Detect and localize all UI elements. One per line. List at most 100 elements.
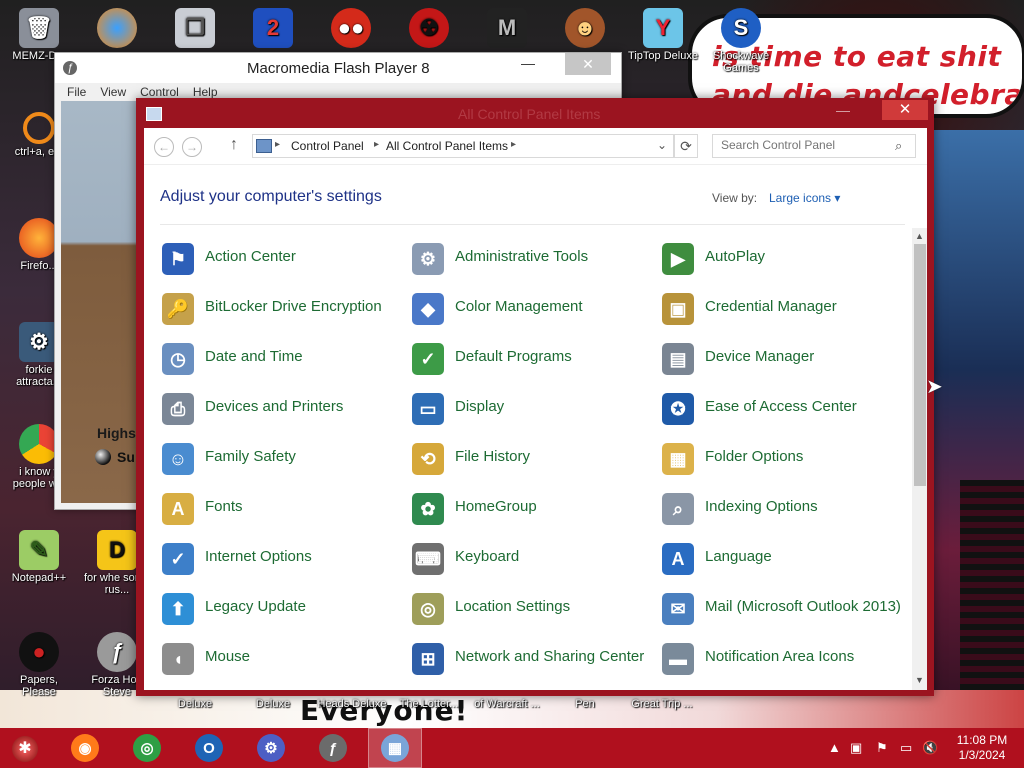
settings-taskbar-button[interactable]: ⚙ bbox=[244, 728, 298, 768]
power-tray-icon[interactable]: ▭ bbox=[900, 740, 912, 756]
search-icon[interactable]: ⌕ bbox=[895, 138, 902, 154]
flash-icon: ƒ bbox=[319, 734, 347, 762]
flash-menu-help[interactable]: Help bbox=[193, 85, 218, 99]
cp-item-keyboard[interactable]: ⌨ Keyboard bbox=[406, 533, 654, 581]
cp-item-legacy-update[interactable]: ⬆ Legacy Update bbox=[156, 583, 404, 631]
cp-item-homegroup[interactable]: ✿ HomeGroup bbox=[406, 483, 654, 531]
cp-item-default-programs[interactable]: ✓ Default Programs bbox=[406, 333, 654, 381]
cp-item-mail-microsoft-outlook-2013[interactable]: ✉ Mail (Microsoft Outlook 2013) bbox=[656, 583, 904, 631]
flash-menu-control[interactable]: Control bbox=[140, 85, 179, 99]
cp-item-autoplay[interactable]: ▶ AutoPlay bbox=[656, 233, 904, 281]
desktop-icon-top-7[interactable]: ☻ bbox=[550, 8, 620, 50]
cp-item-action-center[interactable]: ⚑ Action Center bbox=[156, 233, 404, 281]
cp-item-notification-area-icons[interactable]: ▬ Notification Area Icons bbox=[656, 633, 904, 681]
cp-item-language[interactable]: A Language bbox=[656, 533, 904, 581]
volume-muted-icon[interactable]: 🔇 bbox=[922, 740, 938, 756]
flash-stage[interactable]: Highs Su bbox=[61, 101, 145, 503]
search-input[interactable] bbox=[713, 135, 891, 155]
scrollbar-thumb[interactable] bbox=[914, 244, 926, 486]
system-clock[interactable]: 11:08 PM 1/3/2024 bbox=[956, 733, 1008, 763]
flash-minimize-button[interactable]: — bbox=[521, 55, 535, 71]
mouse-icon: ◖ bbox=[162, 643, 194, 675]
breadcrumb-control-panel[interactable]: Control Panel bbox=[291, 139, 364, 153]
breadcrumb-separator-icon[interactable]: ▸ bbox=[374, 139, 379, 150]
breadcrumb-all-items[interactable]: All Control Panel Items bbox=[386, 139, 508, 153]
cp-item-color-management[interactable]: ◆ Color Management bbox=[406, 283, 654, 331]
desktop-icon-top-2[interactable]: ❐ bbox=[160, 8, 230, 50]
start-button[interactable]: ✱ bbox=[12, 736, 38, 762]
cp-item-date-and-time[interactable]: ◷ Date and Time bbox=[156, 333, 404, 381]
desktop-label-the-lottery[interactable]: The Lotter... bbox=[394, 698, 464, 710]
cp-minimize-button[interactable]: — bbox=[836, 102, 850, 118]
desktop-icon-notepad-plus-plus[interactable]: ✎ Notepad++ bbox=[4, 530, 74, 584]
network-tray-icon[interactable]: ▣ bbox=[850, 740, 862, 756]
cp-item-ease-of-access-center[interactable]: ✪ Ease of Access Center bbox=[656, 383, 904, 431]
refresh-icon[interactable]: ⟳ bbox=[674, 134, 698, 158]
flash-title-bar[interactable]: ƒ Macromedia Flash Player 8 — ✕ bbox=[55, 53, 621, 83]
desktop-icon-shockwave-games[interactable]: S Shockwave Games bbox=[706, 8, 776, 74]
desktop-icon-top-1[interactable] bbox=[82, 8, 152, 50]
stacked-windows-icon: ❐ bbox=[175, 8, 215, 48]
cp-item-file-history[interactable]: ⟲ File History bbox=[406, 433, 654, 481]
cp-item-fonts[interactable]: A Fonts bbox=[156, 483, 404, 531]
flash-menu-view[interactable]: View bbox=[100, 85, 126, 99]
outlook-icon: O bbox=[195, 734, 223, 762]
scroll-down-icon[interactable]: ▼ bbox=[915, 675, 924, 685]
breadcrumb[interactable]: ▸ Control Panel ▸ All Control Panel Item… bbox=[252, 134, 674, 158]
cp-title-bar[interactable]: All Control Panel Items — ✕ bbox=[136, 98, 934, 128]
cp-item-devices-and-printers[interactable]: ⎙ Devices and Printers bbox=[156, 383, 404, 431]
desktop-icon-top-5[interactable]: ☢ bbox=[394, 8, 464, 50]
firefox-taskbar-button[interactable]: ◉ bbox=[58, 728, 112, 768]
desktop-label-deluxe-1[interactable]: Deluxe bbox=[160, 698, 230, 710]
chevron-down-icon[interactable]: ⌄ bbox=[657, 138, 667, 152]
desktop-icon-top-6[interactable]: M bbox=[472, 8, 542, 50]
cp-item-bitlocker-drive-encryption[interactable]: 🔑 BitLocker Drive Encryption bbox=[156, 283, 404, 331]
cp-item-folder-options[interactable]: ▦ Folder Options bbox=[656, 433, 904, 481]
desktop-icon-top-4[interactable]: ●● bbox=[316, 8, 386, 50]
desktop-label-heads-deluxe[interactable]: Heads Deluxe bbox=[312, 698, 392, 710]
cp-item-family-safety[interactable]: ☺ Family Safety bbox=[156, 433, 404, 481]
control-panel-window[interactable]: All Control Panel Items — ✕ ← → ↑ ▸ Cont… bbox=[136, 98, 934, 696]
cp-item-label: Date and Time bbox=[205, 348, 303, 365]
desktop-label-of-warcraft[interactable]: of Warcraft ... bbox=[468, 698, 546, 710]
cp-item-indexing-options[interactable]: ⌕ Indexing Options bbox=[656, 483, 904, 531]
control-panel-taskbar-button[interactable]: ▦ bbox=[368, 728, 422, 768]
desktop-icon-papers-please[interactable]: ● Papers, Please bbox=[4, 632, 74, 698]
breadcrumb-separator-icon[interactable]: ▸ bbox=[511, 139, 516, 150]
flash-menu-file[interactable]: File bbox=[67, 85, 86, 99]
cp-item-label: Network and Sharing Center bbox=[455, 648, 645, 665]
internet-options-icon: ✓ bbox=[162, 543, 194, 575]
desktop-icon-top-3[interactable]: 2 bbox=[238, 8, 308, 50]
desktop-label-deluxe-2[interactable]: Deluxe bbox=[238, 698, 308, 710]
cp-item-administrative-tools[interactable]: ⚙ Administrative Tools bbox=[406, 233, 654, 281]
outlook-taskbar-button[interactable]: O bbox=[182, 728, 236, 768]
number-two-icon: 2 bbox=[253, 8, 293, 48]
document-icon: D bbox=[97, 530, 137, 570]
vertical-scrollbar[interactable]: ▲ ▼ bbox=[912, 228, 927, 690]
cp-item-display[interactable]: ▭ Display bbox=[406, 383, 654, 431]
cp-close-button[interactable]: ✕ bbox=[882, 100, 928, 120]
chrome-taskbar-button[interactable]: ◎ bbox=[120, 728, 174, 768]
desktop-icon-tiptop-deluxe[interactable]: Y TipTop Deluxe bbox=[628, 8, 698, 62]
view-by-dropdown[interactable]: Large icons ▾ bbox=[769, 191, 840, 205]
up-arrow-icon[interactable]: ↑ bbox=[230, 136, 238, 154]
back-arrow-icon[interactable]: ← bbox=[154, 137, 174, 157]
search-box[interactable]: ⌕ bbox=[712, 134, 916, 158]
scroll-up-icon[interactable]: ▲ bbox=[915, 231, 924, 241]
mail-icon: ✉ bbox=[662, 593, 694, 625]
cp-item-credential-manager[interactable]: ▣ Credential Manager bbox=[656, 283, 904, 331]
show-hidden-icons-icon[interactable]: ▲ bbox=[828, 740, 841, 755]
forward-arrow-icon[interactable]: → bbox=[182, 137, 202, 157]
cp-item-internet-options[interactable]: ✓ Internet Options bbox=[156, 533, 404, 581]
firefox-icon: ◉ bbox=[71, 734, 99, 762]
desktop-label-pen[interactable]: Pen bbox=[550, 698, 620, 710]
flash-player-taskbar-button[interactable]: ƒ bbox=[306, 728, 360, 768]
flag-tray-icon[interactable]: ⚑ bbox=[876, 740, 888, 756]
flash-close-button[interactable]: ✕ bbox=[565, 53, 611, 75]
desktop-label-great-trip[interactable]: Great Trip ... bbox=[622, 698, 702, 710]
cp-item-network-and-sharing-center[interactable]: ⊞ Network and Sharing Center bbox=[406, 633, 654, 681]
cp-item-mouse[interactable]: ◖ Mouse bbox=[156, 633, 404, 681]
cp-address-bar: ← → ↑ ▸ Control Panel ▸ All Control Pane… bbox=[144, 128, 927, 165]
cp-item-device-manager[interactable]: ▤ Device Manager bbox=[656, 333, 904, 381]
cp-item-location-settings[interactable]: ◎ Location Settings bbox=[406, 583, 654, 631]
